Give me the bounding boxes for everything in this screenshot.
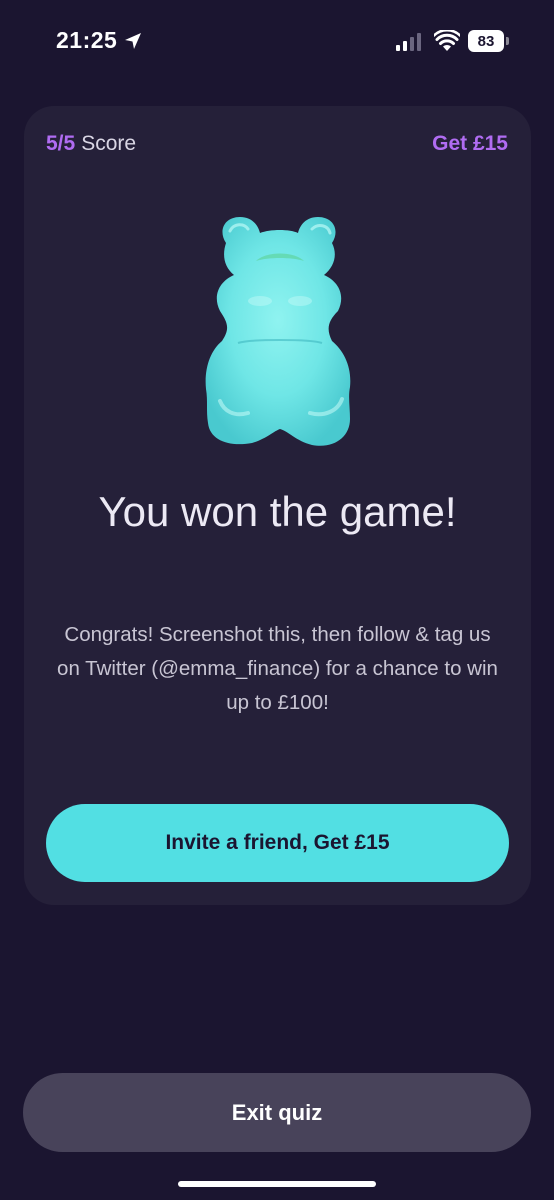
score: 5/5 Score	[46, 132, 136, 156]
location-arrow-icon	[125, 32, 142, 49]
status-time: 21:25	[56, 27, 118, 53]
clock: 21:25	[56, 27, 143, 54]
cellular-signal-icon	[396, 33, 421, 51]
score-value: 5/5	[46, 132, 76, 155]
battery-level: 83	[477, 32, 495, 50]
battery-icon: 83	[468, 30, 504, 52]
get-reward-link[interactable]: Get £15	[432, 132, 508, 156]
home-indicator[interactable]	[178, 1181, 376, 1187]
gummy-bear-image	[205, 217, 351, 446]
wifi-icon	[434, 30, 460, 51]
exit-quiz-button[interactable]: Exit quiz	[23, 1073, 531, 1152]
score-label: Score	[81, 132, 137, 155]
status-bar: 21:25 83	[0, 0, 554, 84]
battery-cap	[506, 37, 509, 45]
result-title: You won the game!	[98, 488, 457, 535]
invite-friend-button[interactable]: Invite a friend, Get £15	[46, 804, 509, 882]
result-card: 5/5 Score Get £15 You won the game! Cong…	[24, 106, 531, 905]
battery-indicator: 83	[468, 30, 510, 52]
quiz-result-screen: 21:25 83 5/5 Score Get £15 You won the g…	[0, 0, 554, 1200]
result-message: Congrats! Screenshot this, then follow &…	[57, 623, 498, 714]
